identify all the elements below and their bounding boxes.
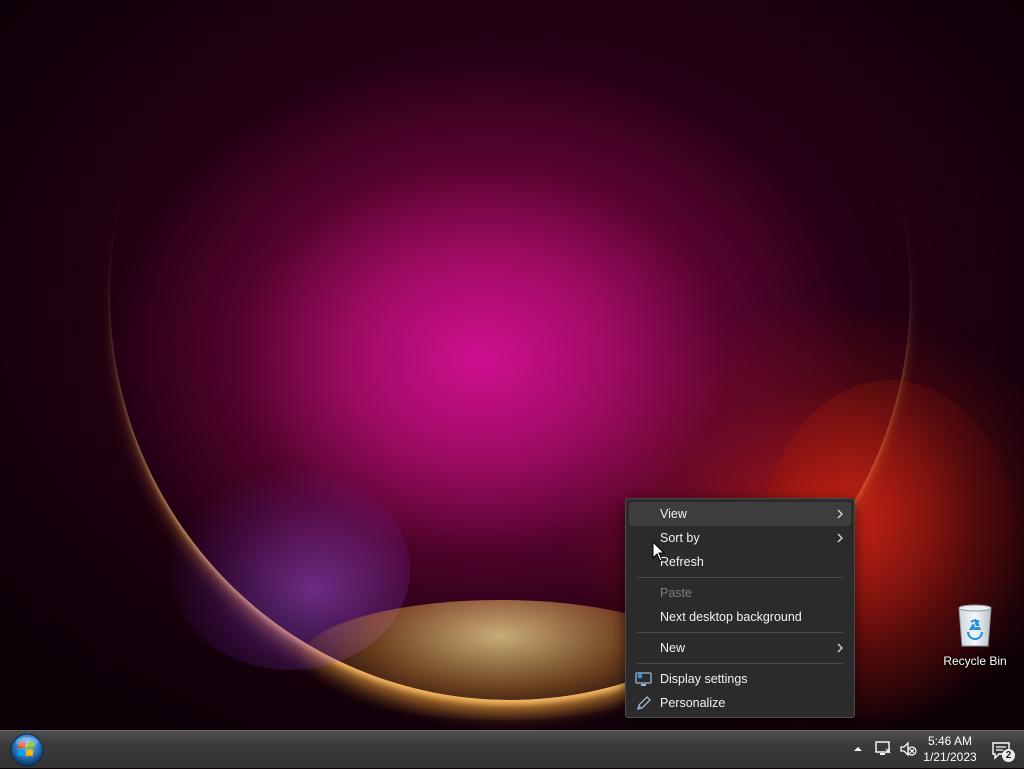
- menu-item-paste: Paste: [629, 581, 851, 605]
- taskbar-clock[interactable]: 5:46 AM 1/21/2023: [920, 733, 980, 765]
- volume-muted-icon[interactable]: [899, 740, 917, 758]
- mouse-pointer-icon: [652, 541, 666, 562]
- network-icon[interactable]: [874, 740, 892, 758]
- recycle-bin-label: Recycle Bin: [943, 654, 1007, 668]
- menu-item-view[interactable]: View: [629, 502, 851, 526]
- menu-separator: [637, 577, 843, 578]
- menu-separator: [637, 663, 843, 664]
- menu-item-label: New: [660, 641, 686, 655]
- chevron-right-icon: [837, 533, 843, 543]
- notification-count-badge: 2: [1002, 749, 1015, 762]
- menu-item-label: Paste: [660, 586, 692, 600]
- menu-item-label: View: [660, 507, 687, 521]
- windows-orb-icon[interactable]: [8, 731, 46, 769]
- display-settings-icon: [635, 672, 652, 686]
- chevron-right-icon: [837, 509, 843, 519]
- pen-icon: [637, 696, 651, 710]
- menu-item-personalize[interactable]: Personalize: [629, 691, 851, 715]
- desktop-icon-recycle-bin[interactable]: Recycle Bin: [938, 600, 1012, 672]
- menu-item-label: Next desktop background: [660, 610, 802, 624]
- menu-item-display-settings[interactable]: Display settings: [629, 667, 851, 691]
- recycle-bin-icon: [958, 604, 992, 647]
- desktop-context-menu: View Sort by Refresh Paste Next desktop …: [625, 498, 855, 718]
- menu-item-label: Display settings: [660, 672, 748, 686]
- menu-separator: [637, 632, 843, 633]
- menu-item-label: Personalize: [660, 696, 726, 710]
- taskbar: 5:46 AM 1/21/2023 2: [0, 730, 1024, 768]
- chevron-right-icon: [837, 643, 843, 653]
- menu-item-new[interactable]: New: [629, 636, 851, 660]
- clock-time: 5:46 AM: [927, 734, 973, 748]
- menu-item-next-desktop-background[interactable]: Next desktop background: [629, 605, 851, 629]
- desktop[interactable]: Recycle Bin View Sort by Refresh Paste N…: [0, 0, 1024, 730]
- menu-item-label: Refresh: [660, 555, 704, 569]
- clock-date: 1/21/2023: [923, 750, 977, 764]
- show-hidden-icons-arrow[interactable]: [852, 743, 864, 755]
